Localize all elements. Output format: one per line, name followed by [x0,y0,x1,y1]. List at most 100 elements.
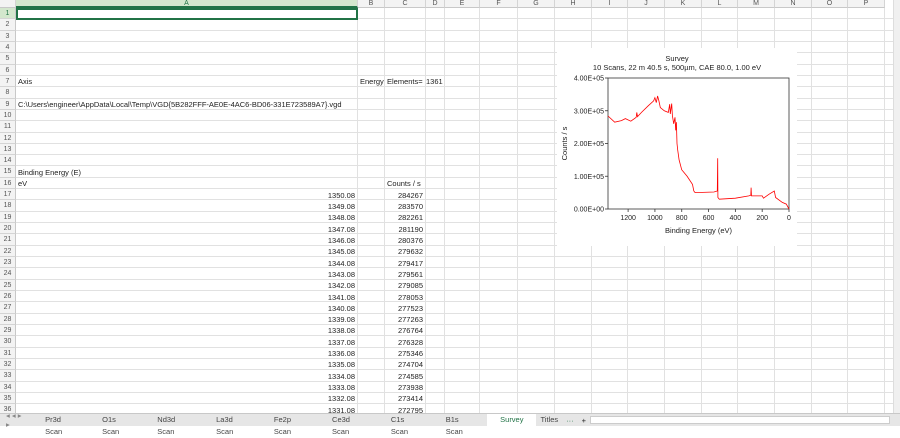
energy-cell[interactable]: 1335.08 [16,360,355,369]
energy-cell[interactable]: 1333.08 [16,383,355,392]
add-sheet-button[interactable]: + [578,416,590,425]
column-header-O[interactable]: O [812,0,848,8]
cell-B7[interactable]: Energy [360,77,384,86]
row-header-25[interactable]: 25 [0,279,16,291]
row-header-7[interactable]: 7 [0,75,16,88]
row-header-5[interactable]: 5 [0,53,16,65]
row-header-32[interactable]: 32 [0,358,16,371]
row-header-30[interactable]: 30 [0,336,16,348]
sheet-tab-b1s-scan[interactable]: B1s Scan [433,414,487,436]
sheet-nav-arrows-icon[interactable]: ◂ ◂ ▸ ▸ [0,411,32,429]
counts-cell[interactable]: 280376 [385,236,423,245]
column-header-J[interactable]: J [628,0,665,8]
row-header-35[interactable]: 35 [0,392,16,405]
sheet-tab-ce3d-scan[interactable]: Ce3d Scan [319,414,378,436]
counts-cell[interactable]: 276328 [385,338,423,347]
more-sheets-button[interactable]: ··· [562,416,578,425]
counts-cell[interactable]: 274585 [385,372,423,381]
row-header-24[interactable]: 24 [0,268,16,280]
column-header-N[interactable]: N [775,0,812,8]
row-header-22[interactable]: 22 [0,245,16,258]
counts-cell[interactable]: 273414 [385,394,423,403]
column-header-E[interactable]: E [445,0,480,8]
row-header-6[interactable]: 6 [0,64,16,76]
row-header-34[interactable]: 34 [0,381,16,393]
energy-cell[interactable]: 1344.08 [16,259,355,268]
row-header-23[interactable]: 23 [0,257,16,269]
row-header-1[interactable]: 1 [0,8,16,20]
row-header-21[interactable]: 21 [0,234,16,246]
energy-cell[interactable]: 1338.08 [16,326,355,335]
row-header-16[interactable]: 16 [0,177,16,190]
column-header-F[interactable]: F [480,0,518,8]
selected-cell-A1[interactable] [16,8,358,20]
horizontal-scrollbar[interactable] [590,416,890,424]
row-header-33[interactable]: 33 [0,370,16,382]
cell-A7[interactable]: Axis [18,77,32,86]
row-header-17[interactable]: 17 [0,189,16,201]
vertical-scrollbar[interactable] [893,0,900,413]
row-header-14[interactable]: 14 [0,155,16,167]
sheet-tab-survey[interactable]: Survey [487,413,537,427]
counts-cell[interactable]: 275346 [385,349,423,358]
row-header-20[interactable]: 20 [0,223,16,235]
column-header-L[interactable]: L [702,0,738,8]
energy-cell[interactable]: 1346.08 [16,236,355,245]
column-header-C[interactable]: C [385,0,426,8]
sheet-tab-o1s-scan[interactable]: O1s Scan [89,414,144,436]
sheet-tab-pr3d-scan[interactable]: Pr3d Scan [32,414,89,436]
row-header-10[interactable]: 10 [0,109,16,122]
counts-cell[interactable]: 281190 [385,225,423,234]
counts-cell[interactable]: 284267 [385,191,423,200]
row-header-12[interactable]: 12 [0,132,16,144]
row-header-2[interactable]: 2 [0,19,16,31]
counts-cell[interactable]: 279417 [385,259,423,268]
sheet-tab-titles[interactable]: Titles [536,414,562,427]
cell-D7[interactable]: 1361 [426,77,443,86]
energy-cell[interactable]: 1350.08 [16,191,355,200]
column-header-P[interactable]: P [848,0,885,8]
row-header-26[interactable]: 26 [0,291,16,303]
energy-cell[interactable]: 1347.08 [16,225,355,234]
cell-A9[interactable]: C:\Users\engineer\AppData\Local\Temp\VGD… [18,100,342,109]
column-header-A[interactable]: A [16,0,358,8]
row-header-8[interactable]: 8 [0,87,16,99]
energy-cell[interactable]: 1332.08 [16,394,355,403]
sheet-tab-fe2p-scan[interactable]: Fe2p Scan [261,414,319,436]
row-header-11[interactable]: 11 [0,121,16,133]
counts-cell[interactable]: 279561 [385,270,423,279]
cell-C16[interactable]: Counts / s [387,179,421,188]
counts-cell[interactable]: 277263 [385,315,423,324]
select-all-corner[interactable] [0,0,16,8]
energy-cell[interactable]: 1342.08 [16,281,355,290]
row-header-19[interactable]: 19 [0,211,16,224]
energy-cell[interactable]: 1348.08 [16,213,355,222]
energy-cell[interactable]: 1349.08 [16,202,355,211]
counts-cell[interactable]: 277523 [385,304,423,313]
energy-cell[interactable]: 1334.08 [16,372,355,381]
row-header-4[interactable]: 4 [0,41,16,54]
cell-A15[interactable]: Binding Energy (E) [18,168,81,177]
column-header-H[interactable]: H [555,0,592,8]
counts-cell[interactable]: 283570 [385,202,423,211]
row-header-9[interactable]: 9 [0,98,16,110]
counts-cell[interactable]: 276764 [385,326,423,335]
energy-cell[interactable]: 1339.08 [16,315,355,324]
row-header-18[interactable]: 18 [0,200,16,212]
column-header-M[interactable]: M [738,0,775,8]
row-header-13[interactable]: 13 [0,143,16,156]
sheet-tab-nd3d-scan[interactable]: Nd3d Scan [144,414,203,436]
column-header-K[interactable]: K [665,0,702,8]
counts-cell[interactable]: 273938 [385,383,423,392]
energy-cell[interactable]: 1341.08 [16,293,355,302]
counts-cell[interactable]: 282261 [385,213,423,222]
column-header-B[interactable]: B [358,0,385,8]
counts-cell[interactable]: 279085 [385,281,423,290]
column-header-I[interactable]: I [592,0,628,8]
counts-cell[interactable]: 278053 [385,293,423,302]
row-header-28[interactable]: 28 [0,313,16,325]
survey-chart[interactable]: Survey 10 Scans, 22 m 40.5 s, 500µm, CAE … [557,48,797,246]
row-header-31[interactable]: 31 [0,347,16,359]
row-header-29[interactable]: 29 [0,324,16,337]
energy-cell[interactable]: 1345.08 [16,247,355,256]
